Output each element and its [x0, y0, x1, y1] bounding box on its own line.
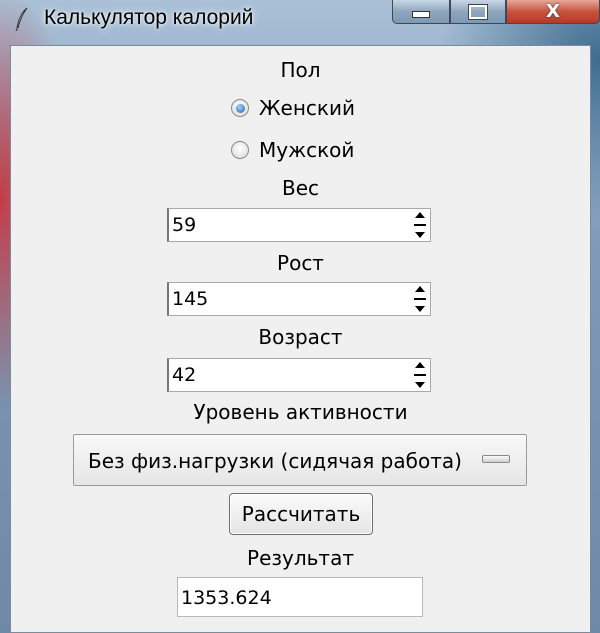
- dropdown-indicator-icon: [482, 455, 510, 463]
- height-value[interactable]: 145: [172, 288, 208, 310]
- spin-up-icon[interactable]: [415, 362, 425, 368]
- close-button[interactable]: X: [506, 0, 600, 24]
- spin-divider: [414, 224, 426, 226]
- radio-male[interactable]: Мужской: [231, 138, 354, 162]
- window-title: Калькулятор калорий: [44, 6, 254, 29]
- age-value[interactable]: 42: [172, 364, 196, 386]
- activity-dropdown[interactable]: Без физ.нагрузки (сидячая работа): [73, 434, 527, 486]
- feather-icon: [15, 7, 28, 31]
- radio-male-label: Мужской: [259, 138, 355, 162]
- spin-down-icon[interactable]: [415, 382, 425, 388]
- radio-female[interactable]: Женский: [231, 96, 355, 120]
- radio-selected-dot: [235, 103, 245, 113]
- radio-female-label: Женский: [259, 96, 355, 120]
- spin-down-icon[interactable]: [415, 232, 425, 238]
- result-value[interactable]: 1353.624: [181, 587, 272, 609]
- weight-spinbox[interactable]: 59: [167, 208, 431, 242]
- height-label: Рост: [277, 251, 324, 275]
- minimize-icon: [412, 11, 430, 18]
- age-spin-arrows[interactable]: [413, 362, 427, 388]
- weight-label: Вес: [281, 176, 320, 200]
- age-spinbox[interactable]: 42: [167, 358, 431, 392]
- radio-button-icon[interactable]: [231, 141, 249, 159]
- spin-up-icon[interactable]: [415, 212, 425, 218]
- weight-value[interactable]: 59: [172, 214, 196, 236]
- minimize-button[interactable]: [392, 0, 450, 24]
- activity-selected-value: Без физ.нагрузки (сидячая работа): [88, 449, 462, 473]
- activity-label: Уровень активности: [193, 400, 408, 424]
- maximize-button[interactable]: [450, 0, 506, 24]
- spin-divider: [414, 298, 426, 300]
- result-field[interactable]: 1353.624: [177, 577, 423, 617]
- gender-label: Пол: [280, 58, 321, 82]
- spin-down-icon[interactable]: [415, 306, 425, 312]
- title-bar[interactable]: Калькулятор калорий X: [0, 0, 600, 42]
- height-spinbox[interactable]: 145: [167, 282, 431, 316]
- spin-up-icon[interactable]: [415, 286, 425, 292]
- maximize-icon: [468, 3, 488, 20]
- weight-spin-arrows[interactable]: [413, 212, 427, 238]
- spin-divider: [414, 374, 426, 376]
- age-label: Возраст: [258, 325, 343, 349]
- result-label: Результат: [247, 546, 354, 570]
- form-panel: Пол Женский Мужской Вес 59 Рост 145 Возр…: [10, 45, 591, 633]
- radio-button-icon[interactable]: [231, 99, 249, 117]
- close-icon: X: [546, 1, 560, 22]
- calculate-button[interactable]: Рассчитать: [229, 493, 373, 535]
- app-window: Калькулятор калорий X Пол Женский Мужско…: [0, 0, 600, 633]
- height-spin-arrows[interactable]: [413, 286, 427, 312]
